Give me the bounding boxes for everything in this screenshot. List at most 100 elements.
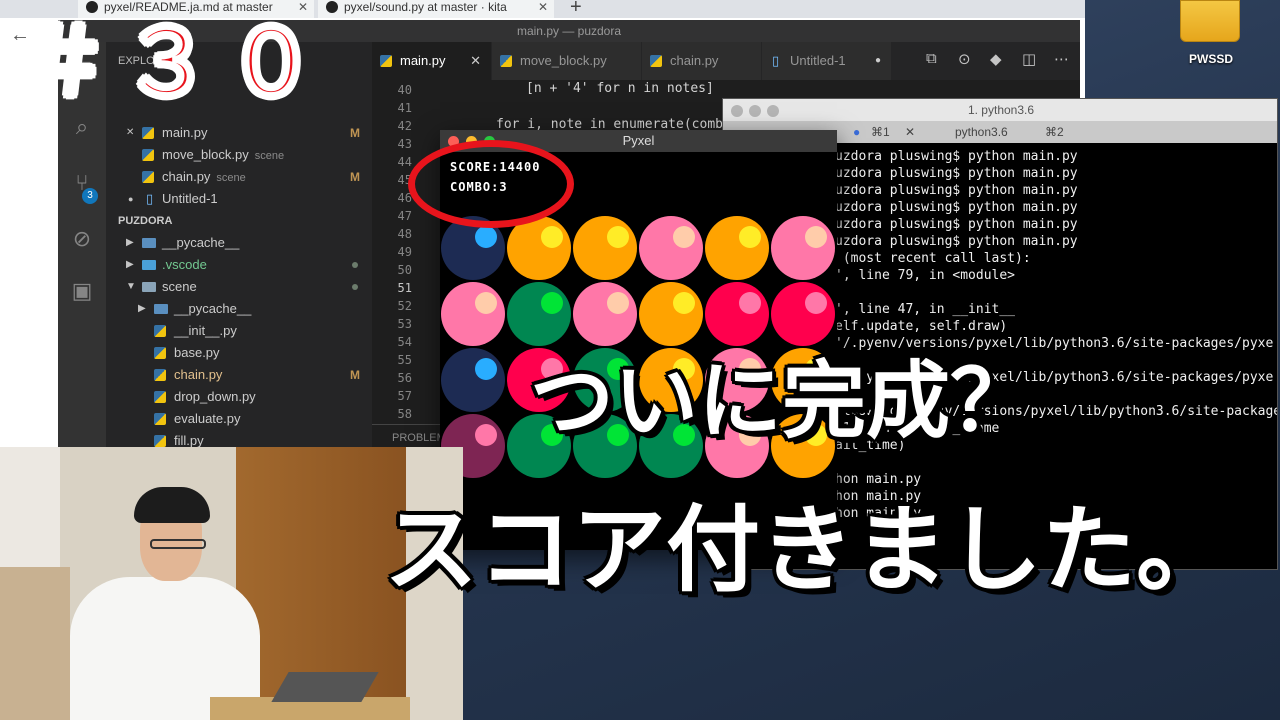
ball-highlight (541, 226, 563, 248)
status-dot (352, 284, 358, 290)
github-icon (326, 1, 338, 13)
git-commit-icon[interactable]: ⊙ (958, 50, 971, 68)
python-file-icon (154, 369, 166, 381)
zoom-light-icon[interactable] (767, 105, 779, 117)
tab-chain[interactable]: chain.py (642, 42, 762, 80)
drive-label: PWSSD (1188, 52, 1233, 66)
line-number: 48 (397, 227, 412, 241)
close-light-icon[interactable] (731, 105, 743, 117)
unsaved-dot-icon[interactable]: ● (875, 42, 881, 80)
close-icon[interactable]: ✕ (470, 42, 481, 80)
tab-main-py[interactable]: main.py ✕ (372, 42, 492, 80)
terminal-line: elf.update, self.draw) (835, 319, 1008, 334)
open-editor-item[interactable]: move_block.py scene (106, 144, 372, 166)
file-label: move_block.py (162, 147, 249, 162)
line-number: 55 (397, 353, 412, 367)
code-line[interactable]: [n + '4' for n in notes] (526, 81, 714, 96)
folder-label: scene (162, 279, 197, 294)
puzzle-ball[interactable] (441, 348, 505, 412)
tree-file[interactable]: chain.py M (106, 364, 372, 386)
ball-highlight (805, 226, 827, 248)
browser-tab-label: pyxel/README.ja.md at master (104, 0, 273, 14)
tree-file[interactable]: __init__.py (106, 320, 372, 342)
puzzle-ball[interactable] (705, 216, 769, 280)
chair (0, 567, 70, 720)
git-branch-icon[interactable]: ◆ (990, 50, 1002, 68)
terminal-line: (most recent call last): (835, 251, 1031, 266)
glasses-icon (150, 539, 206, 549)
close-icon[interactable]: ✕ (298, 0, 308, 14)
line-number: 45 (397, 173, 412, 187)
new-tab-button[interactable]: + (570, 0, 582, 19)
line-number: 51 (397, 281, 412, 295)
tree-folder[interactable]: ▼ scene (106, 276, 372, 298)
tree-file[interactable]: evaluate.py (106, 408, 372, 430)
close-icon[interactable]: ✕ (905, 121, 915, 143)
tab-move-block[interactable]: move_block.py (492, 42, 642, 80)
chevron-right-icon: ▶ (138, 303, 146, 314)
ball-highlight (475, 424, 497, 446)
line-number: 57 (397, 389, 412, 403)
tab-python[interactable]: python3.6 (955, 121, 1008, 143)
line-number: 41 (397, 101, 412, 115)
split-editor-icon[interactable]: ◫ (1022, 50, 1036, 68)
terminal-line: uzdora pluswing$ python main.py (835, 217, 1078, 232)
folder-icon (142, 260, 156, 270)
ball-highlight (475, 292, 497, 314)
folder-label: .vscode (162, 257, 207, 272)
debug-icon[interactable]: ⊘ (68, 226, 96, 254)
modified-badge: M (350, 368, 360, 382)
ball-highlight (739, 226, 761, 248)
tree-file[interactable]: drop_down.py (106, 386, 372, 408)
open-editor-item[interactable]: ● ▯ Untitled-1 (106, 188, 372, 210)
puzzle-ball[interactable] (441, 282, 505, 346)
tree-folder[interactable]: ▶ .vscode (106, 254, 372, 276)
file-icon: ▯ (772, 53, 780, 68)
line-number: 50 (397, 263, 412, 277)
tree-folder[interactable]: ▶ __pycache__ (106, 298, 372, 320)
python-file-icon (154, 391, 166, 403)
browser-tab-sound[interactable]: pyxel/sound.py at master · kita ✕ (318, 0, 554, 18)
section-title[interactable]: PUZDORA (106, 210, 372, 232)
folder-icon (142, 282, 156, 292)
terminal-line: uzdora pluswing$ python main.py (835, 200, 1078, 215)
open-editor-item[interactable]: ✕ main.py M (106, 122, 372, 144)
tree-folder[interactable]: ▶ __pycache__ (106, 232, 372, 254)
ball-highlight (805, 292, 827, 314)
compare-icon[interactable]: ⧉ (926, 50, 937, 67)
line-number: 58 (397, 407, 412, 421)
python-file-icon (142, 149, 154, 161)
puzzle-ball[interactable] (639, 216, 703, 280)
tab-untitled[interactable]: ▯ Untitled-1 ● (762, 42, 892, 80)
changes-badge: 3 (82, 188, 98, 204)
folder-label: __pycache__ (174, 301, 252, 316)
minimize-light-icon[interactable] (749, 105, 761, 117)
open-editor-item[interactable]: chain.py scene M (106, 166, 372, 188)
ball-highlight (739, 292, 761, 314)
python-file-icon (500, 55, 512, 67)
terminal-line: ', line 79, in <module> (835, 268, 1016, 283)
line-number: 54 (397, 335, 412, 349)
folder-label: __pycache__ (162, 235, 240, 250)
search-icon[interactable]: ⌕ (68, 114, 96, 142)
close-icon[interactable]: ✕ (538, 0, 548, 14)
line-number-gutter: 40 41 42 43 44 45 46 47 48 49 50 51 52 5… (372, 80, 432, 450)
external-drive-icon[interactable] (1180, 0, 1240, 42)
ball-highlight (673, 226, 695, 248)
close-icon[interactable]: ✕ (126, 122, 134, 144)
tab-shortcut: ⌘2 (1045, 125, 1064, 139)
tree-file[interactable]: base.py (106, 342, 372, 364)
file-label: drop_down.py (174, 389, 256, 404)
ball-highlight (607, 292, 629, 314)
puzzle-ball[interactable] (771, 216, 835, 280)
extensions-icon[interactable]: ▣ (68, 278, 96, 306)
status-dot (352, 262, 358, 268)
terminal-line: uzdora pluswing$ python main.py (835, 183, 1078, 198)
github-icon (86, 1, 98, 13)
puzzle-ball[interactable] (573, 216, 637, 280)
python-file-icon (154, 413, 166, 425)
editor-tab-bar: main.py ✕ move_block.py chain.py ▯ Untit… (372, 42, 1080, 80)
file-label: __init__.py (174, 323, 237, 338)
more-icon[interactable]: ⋯ (1054, 50, 1069, 68)
tab-shortcut[interactable]: ⌘1 (871, 121, 890, 143)
